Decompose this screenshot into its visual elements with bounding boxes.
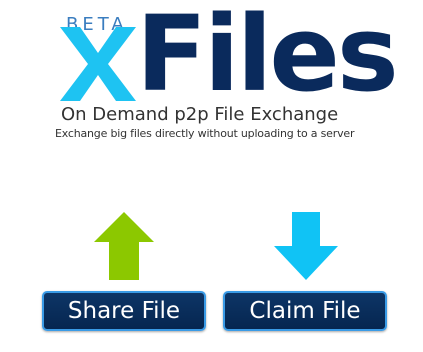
share-file-button[interactable]: Share File (42, 291, 206, 331)
subline: Exchange big files directly without uplo… (55, 127, 355, 140)
claim-file-button[interactable]: Claim File (223, 291, 387, 331)
logo-x (60, 27, 136, 101)
arrow-up-icon (94, 212, 154, 280)
arrow-down-icon (274, 212, 338, 280)
logo-files: Files (136, 0, 399, 115)
tagline: On Demand p2p File Exchange (61, 104, 339, 125)
page: BETA Files On Demand p2p File Exchange E… (0, 0, 423, 352)
